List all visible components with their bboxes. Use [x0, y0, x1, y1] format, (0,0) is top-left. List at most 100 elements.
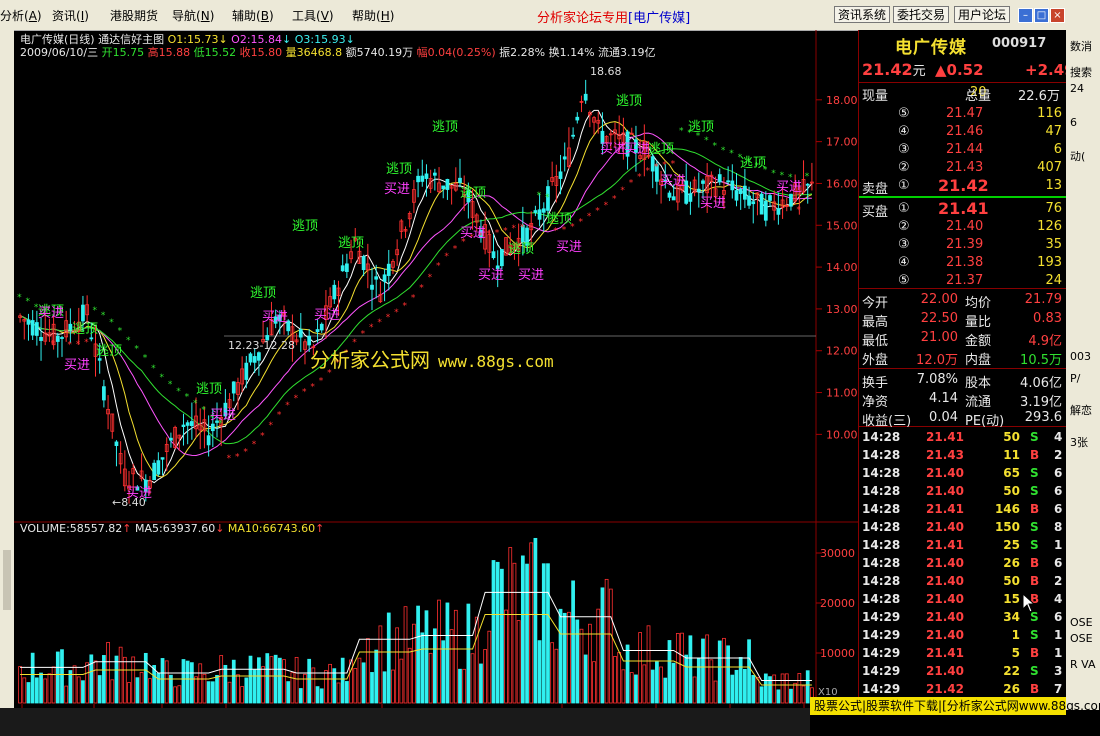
menu-help[interactable]: 帮助(H) — [352, 7, 394, 24]
volume-bar — [692, 676, 697, 704]
volume-bar — [47, 673, 52, 704]
volume-bar — [432, 628, 437, 704]
trail-star: * — [713, 141, 718, 151]
trail-star: * — [453, 244, 458, 254]
volume-bar — [265, 653, 270, 704]
bottom-ad-banner[interactable]: 股票公式|股票软件下载|[分析家公式网www.88gs.com] — [810, 697, 1100, 715]
scrollbar-thumb[interactable] — [3, 550, 11, 610]
close-icon[interactable]: × — [1050, 8, 1065, 23]
side-panel-text: 动( — [1070, 150, 1086, 163]
stat-value: 22.00 — [920, 292, 958, 307]
minimize-icon[interactable]: – — [1018, 8, 1033, 23]
side-panel-text: 3张 — [1070, 436, 1088, 449]
volume-bar — [68, 670, 73, 704]
sell-signal-label: 逃顶 — [72, 322, 99, 337]
ask-volume: 6 — [1053, 142, 1062, 157]
volume-bar — [252, 669, 257, 704]
candle-body — [189, 421, 194, 427]
volume-bar — [487, 630, 492, 704]
volume-bar — [567, 611, 571, 704]
tick-time: 14:29 — [862, 664, 901, 678]
menu-info[interactable]: 资讯(I) — [52, 7, 89, 24]
trail-star: * — [595, 207, 600, 217]
volume-bar — [85, 662, 89, 704]
tick-side: S — [1030, 466, 1039, 480]
volume-bar — [667, 640, 672, 704]
volume-bar — [324, 670, 328, 704]
volume-bar — [152, 665, 157, 704]
trail-star: * — [411, 294, 416, 304]
menu-navigate[interactable]: 导航(N) — [172, 7, 214, 24]
candle-body — [152, 462, 157, 481]
candle-body — [424, 173, 429, 179]
menu-assist[interactable]: 辅助(B) — [232, 7, 274, 24]
volume-bar — [466, 603, 471, 704]
trail-star: * — [17, 293, 22, 303]
forum-button[interactable]: 用户论坛 — [954, 6, 1011, 23]
volume-bar — [244, 677, 249, 704]
candle-body — [571, 134, 575, 137]
tick-price: 21.40 — [926, 484, 964, 498]
trail-star: * — [495, 229, 500, 239]
volume-bar — [474, 616, 479, 704]
stat-label: 今开 — [862, 296, 889, 311]
stat-value: 10.5万 — [1020, 353, 1062, 368]
volume-bar — [114, 655, 119, 704]
tick-volume: 25 — [1003, 538, 1020, 552]
volume-bar — [596, 608, 601, 704]
info-system-button[interactable]: 资讯系统 — [834, 6, 891, 23]
volume-bar — [495, 561, 500, 704]
volume-bar — [797, 673, 802, 704]
candle-body — [768, 195, 772, 201]
restore-icon[interactable]: □ — [1034, 8, 1049, 23]
trail-star: * — [235, 453, 240, 463]
volume-bar — [428, 652, 433, 704]
volume-bar — [441, 640, 446, 704]
volume-bar — [236, 674, 240, 704]
trade-button[interactable]: 委托交易 — [893, 6, 950, 23]
tick-count: 6 — [1054, 556, 1063, 570]
volume-bar — [93, 660, 98, 704]
volume-bar — [458, 668, 462, 704]
volume-bar — [189, 662, 194, 704]
tick-time: 14:28 — [862, 520, 901, 534]
stat-value: 0.83 — [1033, 311, 1062, 326]
menu-analysis[interactable]: 分析(A) — [0, 7, 42, 24]
candle-body — [114, 441, 119, 446]
volume-bar — [680, 632, 684, 704]
volume-bar — [198, 663, 203, 704]
volume-bar — [705, 634, 710, 704]
bid-level: ③ — [898, 237, 910, 252]
trail-star: * — [193, 399, 198, 409]
trail-star: * — [51, 340, 56, 350]
buy-signal-label: 买进 — [460, 226, 487, 241]
last-price: 21.42元 — [862, 60, 926, 79]
tick-count: 2 — [1054, 448, 1063, 462]
ask-volume: 116 — [1037, 106, 1062, 121]
volume-bar — [483, 649, 487, 704]
tick-volume: 34 — [1003, 610, 1020, 624]
candle-body — [231, 381, 236, 394]
trail-star: * — [294, 394, 299, 404]
left-scroll-strip[interactable] — [0, 30, 14, 710]
tick-price: 21.40 — [926, 610, 964, 624]
volume-bar — [319, 688, 324, 704]
tick-side: B — [1030, 682, 1040, 696]
total-vol: 22.6万 — [1018, 89, 1060, 104]
volume-bar — [696, 658, 701, 704]
volume-bar — [784, 673, 789, 704]
sell-signal-label: 逃顶 — [96, 344, 123, 359]
tick-count: 6 — [1054, 502, 1063, 516]
bid1-volume: 76 — [1045, 201, 1062, 216]
trail-star: * — [201, 405, 206, 415]
volume-bar — [717, 640, 722, 704]
candle-body — [726, 180, 730, 183]
fund-value: 0.04 — [929, 410, 958, 425]
tick-side: S — [1030, 628, 1039, 642]
candle-body — [776, 208, 781, 215]
menu-tools[interactable]: 工具(V) — [292, 7, 334, 24]
menu-hk-futures[interactable]: 港股期货 — [110, 7, 158, 24]
bid-price: 21.38 — [946, 255, 984, 270]
volume-bar — [227, 681, 232, 704]
volume-bar — [776, 689, 781, 704]
